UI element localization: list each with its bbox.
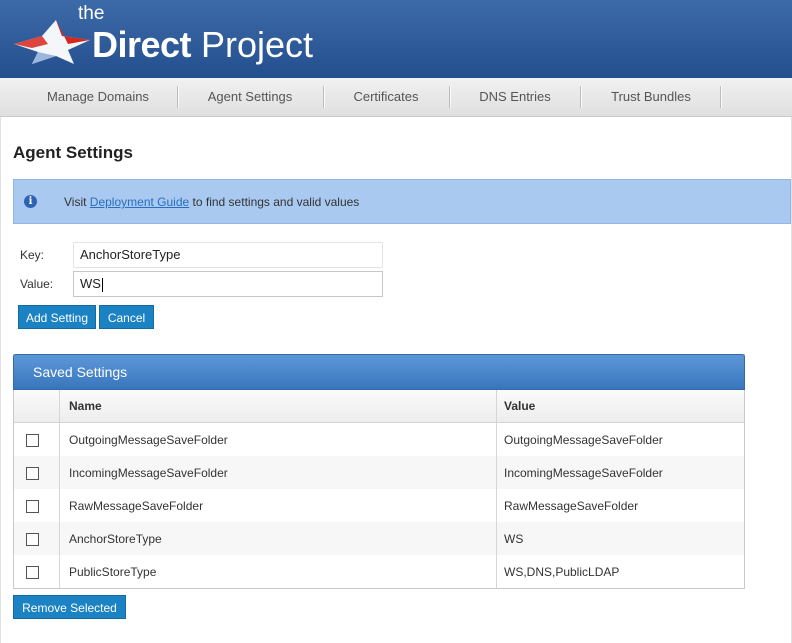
key-input[interactable]: AnchorStoreType xyxy=(73,242,383,268)
nav-certificates[interactable]: Certificates xyxy=(336,78,436,116)
nav-divider xyxy=(449,86,451,108)
value-column-header[interactable]: Value xyxy=(496,390,744,423)
row-checkbox[interactable] xyxy=(26,433,39,447)
setting-value: RawMessageSaveFolder xyxy=(504,498,639,513)
nav-divider xyxy=(720,86,722,108)
nav-divider xyxy=(323,86,325,108)
info-icon: i xyxy=(24,195,37,208)
table-header-row: Name Value xyxy=(14,390,744,423)
key-input-value: AnchorStoreType xyxy=(80,247,181,262)
saved-settings-header: Saved Settings xyxy=(13,354,745,390)
row-select-cell xyxy=(14,422,60,456)
nav-divider xyxy=(177,86,179,108)
row-select-cell xyxy=(14,489,60,522)
nav-manage-domains[interactable]: Manage Domains xyxy=(28,78,168,116)
row-checkbox[interactable] xyxy=(26,565,39,579)
info-message: Visit Deployment Guide to find settings … xyxy=(64,195,359,209)
nav-agent-settings[interactable]: Agent Settings xyxy=(190,78,310,116)
app-header: the Direct Project xyxy=(0,0,792,78)
setting-name: PublicStoreType xyxy=(59,555,497,588)
table-row: IncomingMessageSaveFolder IncomingMessag… xyxy=(14,456,744,489)
main-nav: Manage Domains Agent Settings Certificat… xyxy=(0,78,792,117)
info-alert: i Visit Deployment Guide to find setting… xyxy=(13,179,791,224)
setting-name: RawMessageSaveFolder xyxy=(59,489,497,522)
setting-name: AnchorStoreType xyxy=(59,522,497,555)
setting-name: OutgoingMessageSaveFolder xyxy=(59,422,497,456)
deployment-guide-link[interactable]: Deployment Guide xyxy=(90,195,189,209)
row-checkbox[interactable] xyxy=(26,532,39,546)
page-title: Agent Settings xyxy=(13,143,133,162)
nav-divider xyxy=(580,86,582,108)
row-select-cell xyxy=(14,522,60,555)
table-row: AnchorStoreType WS xyxy=(14,522,744,555)
cancel-button[interactable]: Cancel xyxy=(99,305,154,329)
info-prefix: Visit xyxy=(64,195,87,209)
select-column-header xyxy=(14,390,60,423)
table-row: RawMessageSaveFolder RawMessageSaveFolde… xyxy=(14,489,744,522)
table-row: OutgoingMessageSaveFolder OutgoingMessag… xyxy=(14,422,744,456)
setting-value: OutgoingMessageSaveFolder xyxy=(504,432,663,447)
setting-value: WS xyxy=(496,522,744,555)
table-row: PublicStoreType WS,DNS,PublicLDAP xyxy=(14,555,744,588)
setting-name: IncomingMessageSaveFolder xyxy=(59,456,497,489)
setting-value: WS,DNS,PublicLDAP xyxy=(504,564,620,579)
name-column-header[interactable]: Name xyxy=(59,390,497,423)
row-select-cell xyxy=(14,555,60,588)
value-label: Value: xyxy=(20,277,54,291)
logo-project: Project xyxy=(201,24,314,65)
settings-table: Name Value OutgoingMessageSaveFolder Out… xyxy=(14,390,744,588)
logo-the: the xyxy=(78,3,105,24)
row-select-cell xyxy=(14,456,60,489)
row-checkbox[interactable] xyxy=(26,499,39,513)
nav-trust-bundles[interactable]: Trust Bundles xyxy=(592,78,710,116)
logo-direct: Direct xyxy=(92,24,192,65)
info-suffix: to find settings and valid values xyxy=(192,195,360,209)
setting-value: IncomingMessageSaveFolder xyxy=(496,456,744,489)
saved-settings-panel: Saved Settings Name Value OutgoingMessag… xyxy=(13,354,745,589)
key-label: Key: xyxy=(20,248,45,262)
row-checkbox[interactable] xyxy=(26,466,39,480)
text-cursor xyxy=(101,277,103,292)
remove-selected-button[interactable]: Remove Selected xyxy=(13,595,126,619)
nav-dns-entries[interactable]: DNS Entries xyxy=(462,78,568,116)
add-setting-button[interactable]: Add Setting xyxy=(18,305,96,329)
value-input-value: WS xyxy=(80,276,101,291)
value-input[interactable]: WS xyxy=(73,271,383,297)
